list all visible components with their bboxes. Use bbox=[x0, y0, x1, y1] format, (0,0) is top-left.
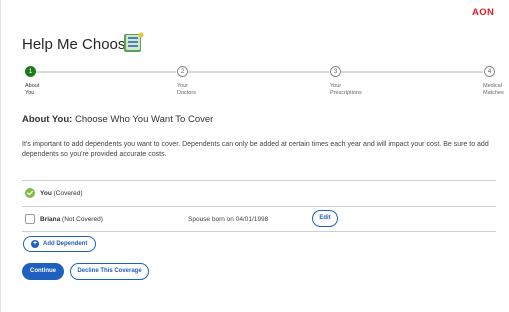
member-briana-name: Briana bbox=[40, 216, 61, 223]
step-3-label-line1: Your bbox=[330, 83, 342, 89]
step-1-indicator[interactable]: 1 bbox=[25, 66, 36, 77]
step-1-label: About You bbox=[25, 83, 39, 97]
step-3-label: Your Prescriptions bbox=[330, 83, 362, 97]
stepper-connector bbox=[341, 71, 483, 73]
divider bbox=[22, 231, 496, 232]
step-3-label-line2: Prescriptions bbox=[330, 90, 362, 96]
edit-dependent-button[interactable]: Edit bbox=[312, 210, 338, 227]
checklist-book-icon bbox=[124, 32, 144, 52]
stepper-connector bbox=[36, 71, 176, 73]
checkmark-circle-icon bbox=[25, 188, 35, 198]
step-2-indicator[interactable]: 2 bbox=[177, 66, 188, 77]
member-briana: Briana (Not Covered) bbox=[40, 216, 103, 223]
step-1-label-line1: About bbox=[25, 83, 40, 89]
member-briana-checkbox[interactable] bbox=[25, 214, 35, 224]
add-dependent-button[interactable]: + Add Dependent bbox=[23, 236, 96, 252]
step-2-label: Your Doctors bbox=[177, 83, 196, 97]
step-2-label-line1: Your bbox=[177, 83, 189, 89]
continue-button[interactable]: Continue bbox=[22, 263, 64, 280]
divider bbox=[22, 206, 496, 207]
step-2-label-line2: Doctors bbox=[177, 90, 196, 96]
section-heading-text: Choose Who You Want To Cover bbox=[74, 114, 214, 125]
step-4-label: Medical Matches bbox=[483, 83, 504, 97]
step-1-label-line2: You bbox=[25, 90, 35, 96]
add-dependent-label: Add Dependent bbox=[43, 241, 88, 247]
step-4-label-line2: Matches bbox=[483, 90, 504, 96]
step-4-indicator[interactable]: 4 bbox=[484, 66, 495, 77]
member-you-name: You bbox=[40, 190, 52, 197]
aon-logo: AON bbox=[472, 7, 495, 18]
divider bbox=[22, 180, 496, 181]
decline-coverage-button[interactable]: Decline This Coverage bbox=[70, 263, 149, 280]
step-3-indicator[interactable]: 3 bbox=[330, 66, 341, 77]
page-frame: AON Help Me Choose 1 2 3 4 About You You… bbox=[0, 0, 509, 312]
step-4-label-line1: Medical bbox=[483, 83, 502, 89]
intro-text: It's important to add dependents you wan… bbox=[22, 141, 489, 158]
section-heading-bold: About You: bbox=[22, 114, 73, 125]
member-briana-detail: Spouse born on 04/01/1998 bbox=[188, 216, 269, 223]
member-you-status: (Covered) bbox=[53, 190, 83, 197]
section-heading: About You: Choose Who You Want To Cover bbox=[22, 114, 213, 125]
stepper-connector bbox=[188, 71, 329, 73]
member-briana-status: (Not Covered) bbox=[62, 216, 103, 223]
plus-icon: + bbox=[31, 240, 39, 248]
member-you: You (Covered) bbox=[40, 190, 83, 197]
page-title: Help Me Choose bbox=[22, 36, 134, 53]
